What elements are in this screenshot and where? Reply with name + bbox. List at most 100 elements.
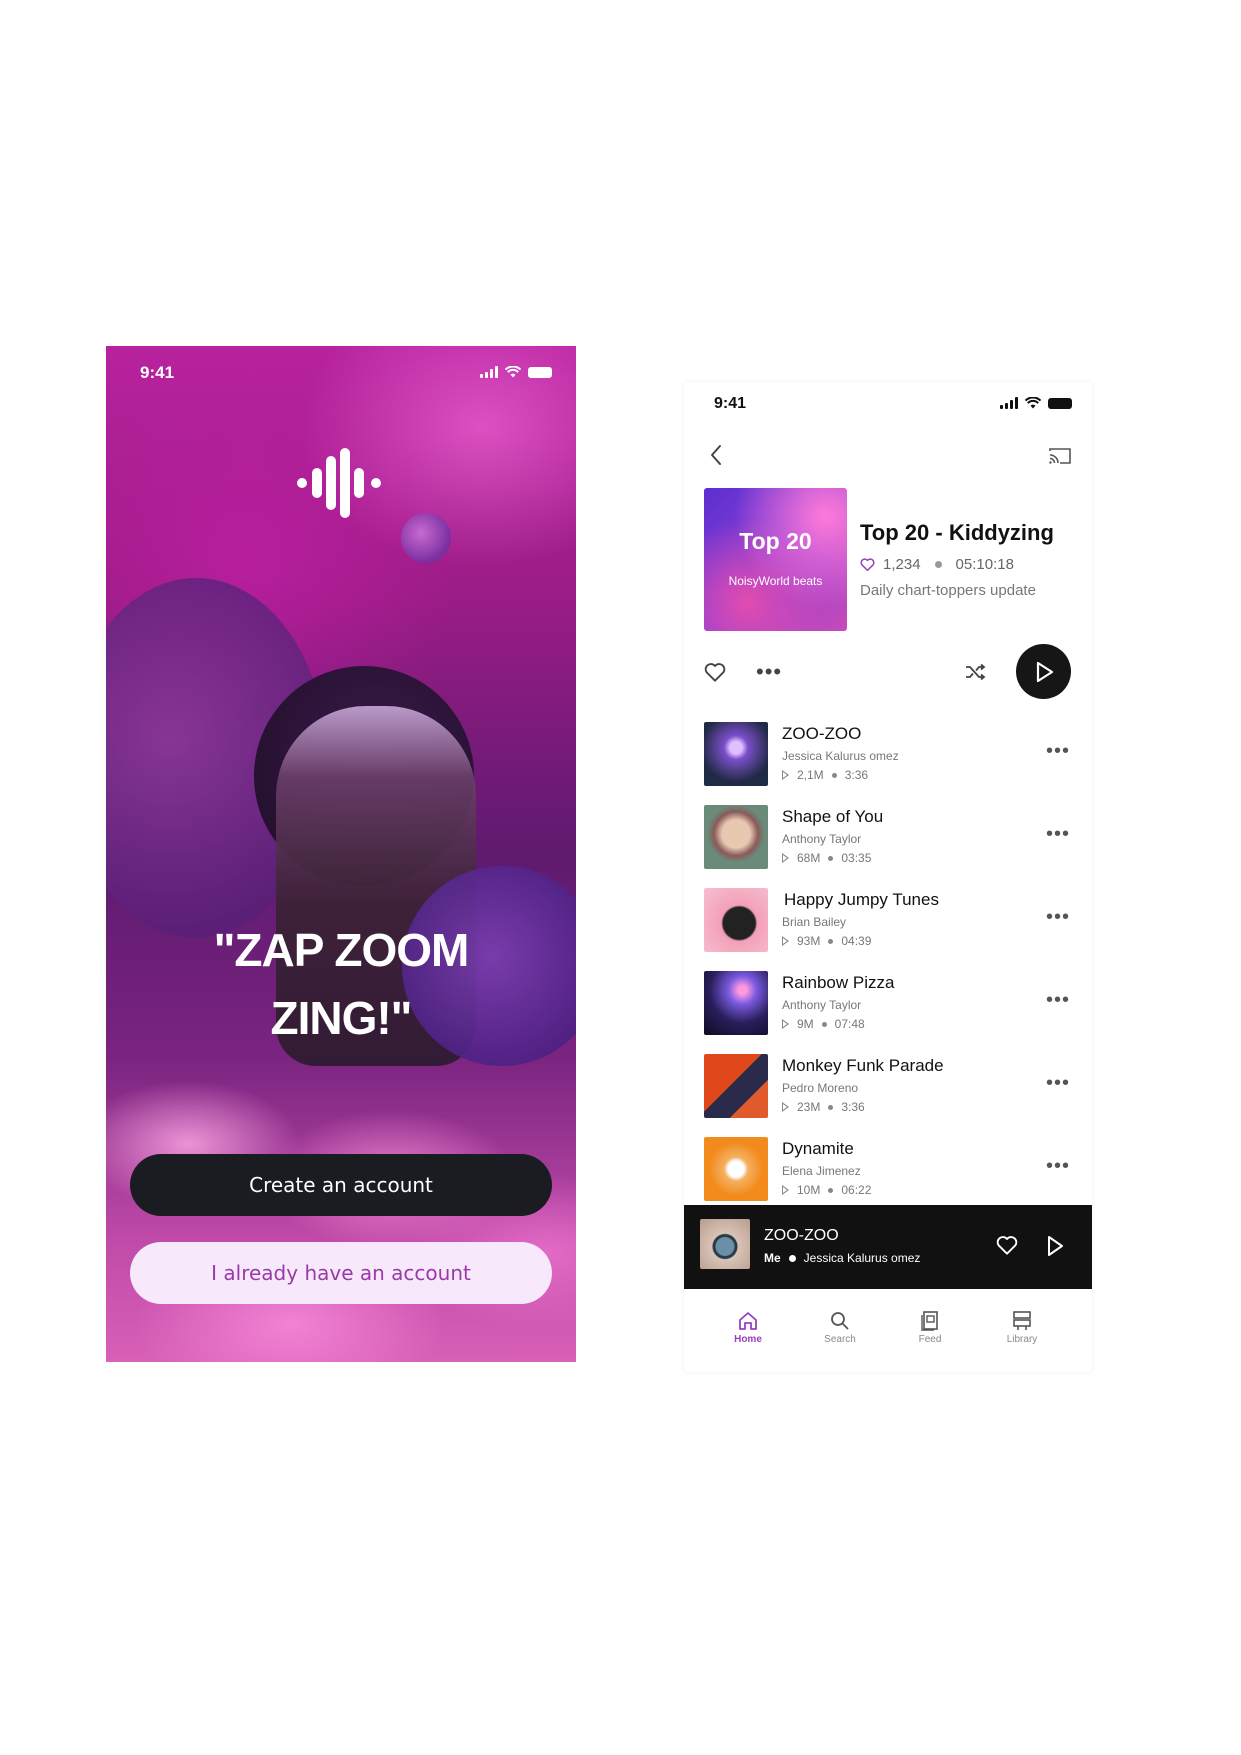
plays-icon: [782, 1102, 789, 1112]
login-button[interactable]: I already have an account: [130, 1242, 552, 1304]
track-stats: 68M 03:35: [782, 851, 871, 865]
track-thumbnail: [704, 805, 768, 869]
track-plays: 9M: [797, 1017, 814, 1031]
top-bar: [684, 434, 1092, 478]
more-options-icon[interactable]: •••: [756, 661, 782, 683]
battery-icon: [1048, 397, 1072, 409]
mini-play-icon[interactable]: [1046, 1235, 1064, 1257]
back-icon[interactable]: [706, 442, 728, 468]
plays-icon: [782, 1019, 789, 1029]
welcome-screen: 9:41 "ZAP ZOOM ZING!" Create an account …: [106, 346, 576, 1362]
wifi-icon: [1025, 397, 1041, 409]
nav-search[interactable]: Search: [794, 1311, 886, 1345]
cast-icon[interactable]: [1048, 446, 1072, 466]
track-more-icon[interactable]: •••: [1046, 823, 1070, 846]
track-stats: 10M 06:22: [782, 1183, 871, 1197]
track-duration: 3:36: [841, 1100, 865, 1114]
bottom-nav: Home Search Feed Library: [684, 1289, 1092, 1372]
track-stats: 23M 3:36: [782, 1100, 865, 1114]
status-time: 9:41: [140, 363, 175, 382]
slogan-line-2: ZING!": [270, 992, 412, 1044]
signal-icon: [480, 366, 498, 378]
nav-feed[interactable]: Feed: [884, 1311, 976, 1345]
track-artist: Jessica Kalurus omez: [782, 749, 899, 763]
track-thumbnail: [704, 888, 768, 952]
slogan: "ZAP ZOOM ZING!": [146, 916, 536, 1052]
wifi-icon: [505, 366, 521, 378]
track-row[interactable]: Happy Jumpy Tunes Brian Bailey 93M 04:39 …: [684, 888, 1092, 971]
track-duration: 07:48: [834, 1017, 865, 1031]
track-duration: 04:39: [841, 934, 872, 948]
decor-orb-small: [401, 513, 451, 563]
track-row[interactable]: Rainbow Pizza Anthony Taylor 9M 07:48 •••: [684, 971, 1092, 1054]
track-thumbnail: [704, 971, 768, 1035]
track-thumbnail: [704, 1137, 768, 1201]
heart-icon: [860, 558, 875, 571]
nav-search-label: Search: [824, 1334, 856, 1345]
track-more-icon[interactable]: •••: [1046, 740, 1070, 763]
track-duration: 03:35: [841, 851, 872, 865]
mini-player[interactable]: ZOO-ZOO Me Jessica Kalurus omez: [684, 1205, 1092, 1289]
track-artist: Elena Jimenez: [782, 1164, 861, 1178]
create-account-button[interactable]: Create an account: [130, 1154, 552, 1216]
shuffle-icon[interactable]: [964, 661, 986, 683]
track-plays: 68M: [797, 851, 821, 865]
track-thumbnail: [704, 722, 768, 786]
track-more-icon[interactable]: •••: [1046, 906, 1070, 929]
track-row[interactable]: ZOO-ZOO Jessica Kalurus omez 2,1M 3:36 ••…: [684, 722, 1092, 805]
plays-icon: [782, 936, 789, 946]
nav-library[interactable]: Library: [976, 1311, 1068, 1345]
track-title: Monkey Funk Parade: [782, 1056, 944, 1075]
separator-dot: [788, 1254, 796, 1262]
track-plays: 10M: [797, 1183, 821, 1197]
track-artist: Anthony Taylor: [782, 832, 862, 846]
track-more-icon[interactable]: •••: [1046, 989, 1070, 1012]
now-playing-title: ZOO-ZOO: [764, 1227, 839, 1244]
now-playing-owner: Me: [764, 1251, 781, 1265]
plays-icon: [782, 1185, 789, 1195]
track-duration: 3:36: [844, 768, 869, 782]
feed-icon: [921, 1311, 938, 1331]
track-stats: 2,1M 3:36: [782, 768, 868, 782]
meta-separator: [934, 561, 942, 568]
track-duration: 06:22: [841, 1183, 872, 1197]
cover-subtitle: NoisyWorld beats: [728, 574, 823, 588]
track-plays: 93M: [797, 934, 821, 948]
track-row[interactable]: Shape of You Anthony Taylor 68M 03:35 •••: [684, 805, 1092, 888]
status-icons: [480, 366, 552, 378]
mini-like-icon[interactable]: [996, 1235, 1018, 1255]
track-title: ZOO-ZOO: [782, 724, 862, 743]
status-bar: 9:41: [684, 382, 1092, 434]
track-row[interactable]: Monkey Funk Parade Pedro Moreno 23M 3:36 …: [684, 1054, 1092, 1137]
track-title: Shape of You: [782, 807, 884, 826]
home-icon: [739, 1312, 757, 1330]
battery-icon: [528, 366, 552, 378]
track-artist: Anthony Taylor: [782, 998, 862, 1012]
cover-title: Top 20: [739, 528, 812, 554]
plays-icon: [782, 853, 789, 863]
nav-home[interactable]: Home: [702, 1311, 794, 1345]
track-more-icon[interactable]: •••: [1046, 1072, 1070, 1095]
nav-feed-label: Feed: [918, 1334, 942, 1345]
play-button[interactable]: [1016, 644, 1071, 699]
track-more-icon[interactable]: •••: [1046, 1155, 1070, 1178]
play-icon: [1036, 661, 1053, 682]
status-icons: [1000, 397, 1072, 409]
playlist-actions: •••: [684, 644, 1092, 700]
track-thumbnail: [704, 1054, 768, 1118]
status-bar: 9:41: [106, 346, 576, 398]
search-icon: [831, 1312, 849, 1330]
playlist-meta: 1,234 05:10:18: [860, 556, 1014, 573]
nav-home-label: Home: [734, 1334, 762, 1345]
track-title: Rainbow Pizza: [782, 973, 895, 992]
library-icon: [1013, 1311, 1031, 1330]
playlist-cover: Top 20 NoisyWorld beats: [704, 488, 847, 631]
signal-icon: [1000, 397, 1018, 409]
playlist-likes: 1,234: [883, 556, 921, 573]
slogan-line-1: "ZAP ZOOM: [213, 924, 470, 976]
track-plays: 23M: [797, 1100, 821, 1114]
now-playing-thumbnail: [700, 1219, 750, 1269]
playlist-screen: 9:41 Top 20 NoisyWorld beats Top 20 - Ki…: [684, 382, 1092, 1372]
status-time: 9:41: [714, 395, 747, 412]
like-icon[interactable]: [704, 662, 726, 682]
